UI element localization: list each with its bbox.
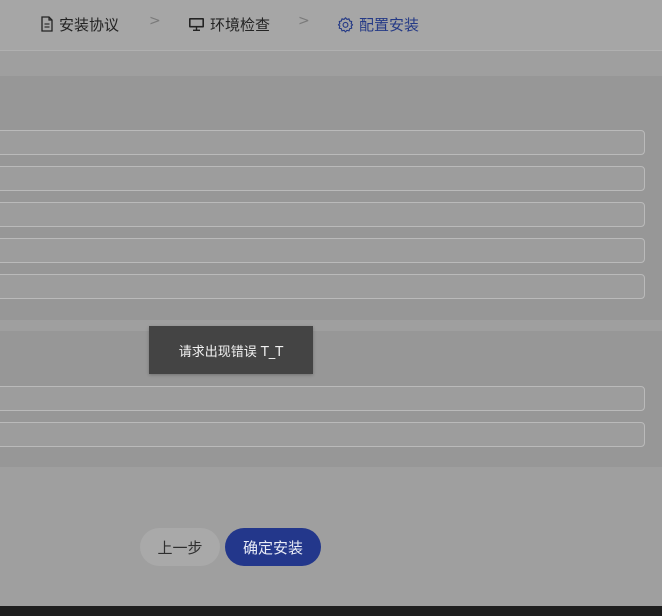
monitor-icon (189, 18, 204, 32)
gear-icon (337, 16, 354, 33)
error-toast: 请求出现错误 T_T (149, 326, 313, 374)
previous-step-button[interactable]: 上一步 (140, 528, 220, 566)
config-panel-admin (0, 331, 662, 467)
install-steps: 安装协议 > 环境检查 > 配置安装 (0, 0, 662, 51)
config-input[interactable] (0, 130, 645, 155)
step-separator: > (149, 13, 161, 29)
document-icon (41, 16, 53, 32)
config-panel-database (0, 76, 662, 320)
config-input[interactable] (0, 422, 645, 447)
step-install-agreement[interactable]: 安装协议 (40, 13, 119, 35)
confirm-install-button[interactable]: 确定安装 (225, 528, 321, 566)
step-label: 环境检查 (210, 15, 271, 34)
config-input[interactable] (0, 166, 645, 191)
config-input[interactable] (0, 202, 645, 227)
step-separator: > (298, 13, 310, 29)
toast-message: 请求出现错误 T_T (178, 344, 284, 360)
step-configure-install[interactable]: 配置安装 (337, 13, 419, 35)
config-input[interactable] (0, 386, 645, 411)
install-page: 安装协议 > 环境检查 > 配置安装 请求出现错误 T_T 上一步 确定安装 (0, 0, 662, 606)
step-environment-check[interactable]: 环境检查 (188, 13, 270, 35)
config-input[interactable] (0, 238, 645, 263)
config-input[interactable] (0, 274, 645, 299)
step-label: 安装协议 (59, 15, 120, 34)
bottom-bar (0, 606, 662, 616)
step-label: 配置安装 (359, 15, 420, 34)
